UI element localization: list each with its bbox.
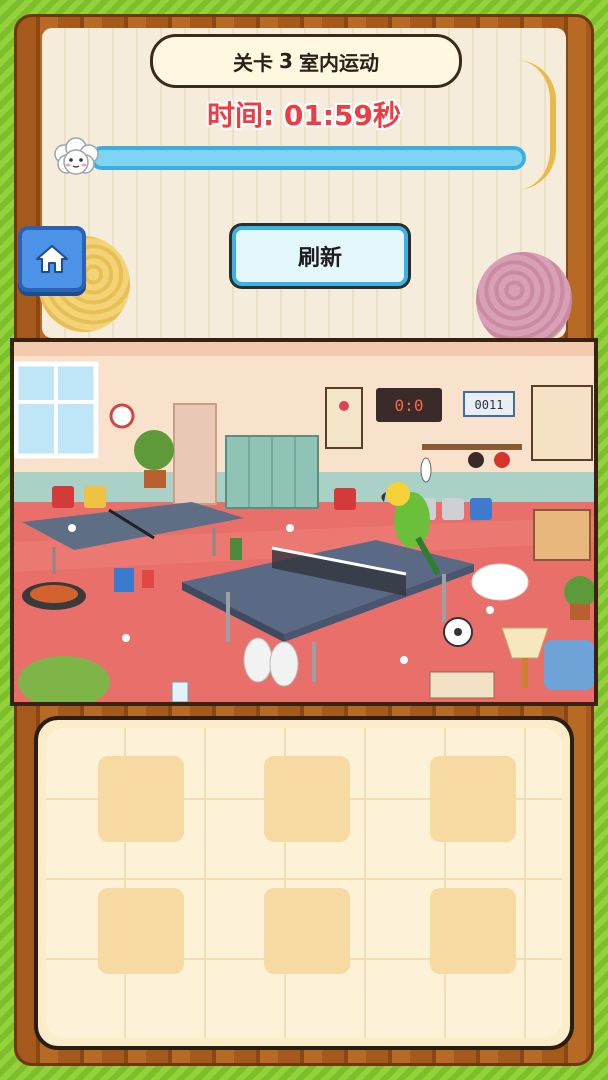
- level-name: 室内运动: [298, 50, 379, 75]
- tray-slot-4[interactable]: [98, 888, 184, 974]
- wall-clock: [109, 403, 135, 429]
- time-progress-fill: [94, 150, 522, 166]
- timer-text: 时间: 01:59秒: [206, 99, 402, 132]
- counter-text: 0011: [475, 398, 504, 412]
- time-progress-bar: [90, 146, 526, 170]
- pink-yarn-ball: [476, 252, 572, 348]
- collection-tray: [34, 716, 574, 1050]
- scoreboard-text: 0:0: [395, 396, 424, 415]
- tray-slot-5[interactable]: [264, 888, 350, 974]
- tray-slot-6[interactable]: [430, 888, 516, 974]
- game-scene[interactable]: 0:0 0011: [10, 338, 598, 706]
- home-icon: [36, 245, 68, 273]
- tray-slot-3[interactable]: [430, 756, 516, 842]
- tray-slot-1[interactable]: [98, 756, 184, 842]
- scene-illustration: 0:0 0011: [14, 342, 594, 702]
- home-button[interactable]: [18, 226, 86, 292]
- tray-slot-2[interactable]: [264, 756, 350, 842]
- level-title: 关卡 3 室内运动: [150, 34, 462, 88]
- refresh-button[interactable]: 刷新: [232, 226, 408, 286]
- level-number: 3: [279, 49, 293, 73]
- level-prefix: 关卡: [233, 50, 274, 75]
- sheep-icon: [54, 137, 99, 175]
